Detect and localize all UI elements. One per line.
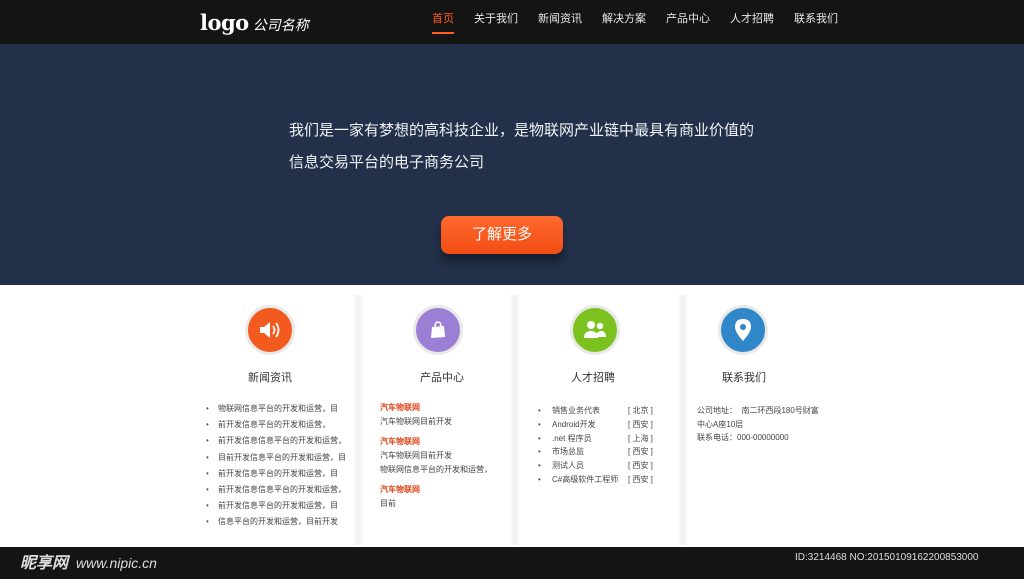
product-description: 汽车物联网目前开发 <box>380 451 452 460</box>
job-row[interactable]: • 测试人员 [ 西安 ] <box>538 459 668 473</box>
products-title: 产品中心 <box>420 372 464 384</box>
product-heading[interactable]: 汽车物联网 <box>380 401 492 415</box>
hero-line-1: 我们是一家有梦想的高科技企业，是物联网产业链中最具有商业价值的 <box>289 122 755 139</box>
list-item[interactable]: 前开发信息平台的开发和运营，目 <box>206 498 346 514</box>
column-divider <box>352 295 364 545</box>
shopping-bag-icon[interactable] <box>413 305 463 355</box>
hero-line-2: 信息交易平台的电子商务公司 <box>289 154 485 171</box>
jobs-title: 人才招聘 <box>571 372 615 384</box>
job-title: 测试人员 <box>552 461 584 471</box>
main-nav: 首页 关于我们 新闻资讯 解决方案 产品中心 人才招聘 联系我们 <box>422 0 848 44</box>
job-city: [ 西安 ] <box>628 419 653 429</box>
people-icon[interactable] <box>570 305 620 355</box>
job-title: Android开发 <box>552 419 596 429</box>
bullet: • <box>538 447 541 457</box>
list-item[interactable]: 前开发信息信息平台的开发和运营， <box>206 482 346 498</box>
location-pin-icon[interactable] <box>718 305 768 355</box>
phone-line: 联系电话：000-00000000 <box>697 433 789 442</box>
job-row[interactable]: • .net 程序员 [ 上海 ] <box>538 432 668 446</box>
watermark-logo: 昵享网 www.nipic.cn <box>20 549 157 573</box>
watermark-id: ID:3214468 NO:20150109162200853000 <box>795 552 979 563</box>
list-item[interactable]: 前开发信息信息平台的开发和运营， <box>206 433 346 449</box>
bullet: • <box>538 461 541 471</box>
hero-banner: 我们是一家有梦想的高科技企业，是物联网产业链中最具有商业价值的 信息交易平台的电… <box>0 44 1024 285</box>
company-logo[interactable]: logo 公司名称 <box>200 10 309 35</box>
top-navbar: logo 公司名称 首页 关于我们 新闻资讯 解决方案 产品中心 人才招聘 联系… <box>0 0 1024 44</box>
nav-item-home[interactable]: 首页 <box>422 0 464 44</box>
list-item[interactable]: 信息平台的开发和运营，目前开发 <box>206 514 346 530</box>
job-row[interactable]: • 市场总监 [ 西安 ] <box>538 445 668 459</box>
job-city: [ 西安 ] <box>628 461 653 471</box>
nav-item-solutions[interactable]: 解决方案 <box>592 0 656 44</box>
jobs-list: • 销售业务代表 [ 北京 ] • Android开发 [ 西安 ] • .net 程序员… <box>538 404 668 487</box>
column-divider <box>677 295 689 545</box>
contact-info: 公司地址： 南二环西段180号财富 中心A座10层 联系电话：000-00000… <box>697 404 827 445</box>
job-city: [ 西安 ] <box>628 474 653 484</box>
job-city: [ 西安 ] <box>628 447 653 457</box>
product-description: 汽车物联网目前开发 <box>380 417 452 426</box>
nav-item-news[interactable]: 新闻资讯 <box>528 0 592 44</box>
products-list: 汽车物联网 汽车物联网目前开发 汽车物联网 汽车物联网目前开发 物联网信息平台的… <box>380 401 492 511</box>
address-value: 南二环西段180号财富 <box>741 406 819 415</box>
speaker-icon[interactable] <box>245 305 295 355</box>
address-line: 公司地址： 南二环西段180号财富 <box>697 404 827 418</box>
job-title: 销售业务代表 <box>552 406 600 415</box>
job-title: 市场总监 <box>552 447 584 457</box>
nav-item-about[interactable]: 关于我们 <box>464 0 528 44</box>
logo-mark: logo <box>200 10 249 35</box>
product-description: 目前 <box>380 499 396 508</box>
address-line-2: 中心A座10层 <box>697 419 744 429</box>
column-divider <box>509 295 521 545</box>
bullet: • <box>538 474 541 484</box>
nav-item-careers[interactable]: 人才招聘 <box>720 0 784 44</box>
contact-title: 联系我们 <box>722 372 766 384</box>
job-title: .net 程序员 <box>552 433 592 443</box>
product-description: 物联网信息平台的开发和运营， <box>380 465 492 474</box>
company-name: 公司名称 <box>252 18 309 34</box>
hero-intro: 我们是一家有梦想的高科技企业，是物联网产业链中最具有商业价值的 信息交易平台的电… <box>289 115 769 179</box>
job-city: [ 上海 ] <box>628 433 653 443</box>
job-row[interactable]: • C#高级软件工程师 [ 西安 ] <box>538 473 668 487</box>
product-heading[interactable]: 汽车物联网 <box>380 483 492 497</box>
nav-item-contact[interactable]: 联系我们 <box>784 0 848 44</box>
bullet: • <box>538 433 541 443</box>
nav-item-products[interactable]: 产品中心 <box>656 0 720 44</box>
job-title: C#高级软件工程师 <box>552 474 619 484</box>
job-row[interactable]: • Android开发 [ 西安 ] <box>538 418 668 432</box>
address-label: 公司地址： <box>697 406 737 415</box>
job-city: [ 北京 ] <box>628 406 653 415</box>
watermark-name: 昵享网 <box>20 555 69 572</box>
job-row[interactable]: • 销售业务代表 [ 北京 ] <box>538 404 668 418</box>
news-title: 新闻资讯 <box>248 372 292 384</box>
news-list: 物联网信息平台的开发和运营，目 前开发信息平台的开发和运营， 前开发信息信息平台… <box>206 401 346 531</box>
list-item[interactable]: 前开发信息平台的开发和运营， <box>206 417 346 433</box>
learn-more-button[interactable]: 了解更多 <box>441 216 563 254</box>
list-item[interactable]: 目前开发信息平台的开发和运营，目 <box>206 450 346 466</box>
feature-columns: 新闻资讯 物联网信息平台的开发和运营，目 前开发信息平台的开发和运营， 前开发信… <box>0 285 1024 547</box>
watermark-url: www.nipic.cn <box>76 555 157 571</box>
list-item[interactable]: 物联网信息平台的开发和运营，目 <box>206 401 346 417</box>
bullet: • <box>538 406 541 415</box>
bullet: • <box>538 419 541 429</box>
list-item[interactable]: 前开发信息平台的开发和运营，目 <box>206 466 346 482</box>
product-heading[interactable]: 汽车物联网 <box>380 435 492 449</box>
